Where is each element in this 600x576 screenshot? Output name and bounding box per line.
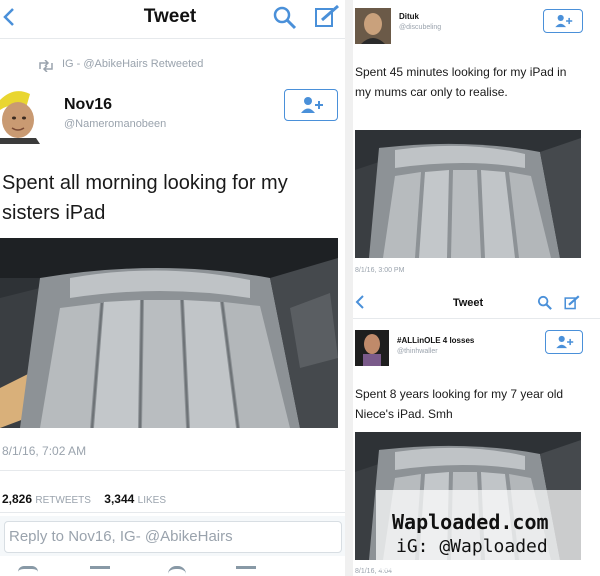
retweet-action-icon[interactable] [90,566,110,576]
search-icon[interactable] [537,295,553,311]
reply-bar: Reply to Nov16, IG- @AbikeHairs [0,516,345,556]
likes-count: 3,344 [104,492,135,506]
back-icon[interactable] [2,6,16,28]
left-tweet-screen: Tweet IG - @AbikeHairs Retweeted Nov16 @… [0,0,345,576]
header-divider [0,38,345,39]
header-title: Tweet [143,6,197,27]
back-icon[interactable] [355,294,365,310]
tweet-timestamp-top-right: 8/1/16, 3:00 PM [355,267,405,274]
retweets-count: 2,826 [2,492,33,506]
user-name-top-right[interactable]: Dituk [399,12,419,21]
watermark: Waploaded.com iG: @Waploaded [376,490,600,570]
tweet-text-bottom-right: Spent 8 years looking for my 7 year old … [355,387,564,421]
follow-button-bottom-right[interactable] [545,330,583,354]
follow-button-top-right[interactable] [543,9,583,33]
add-user-icon [555,14,573,28]
retweeted-by-label: IG - @AbikeHairs Retweeted [62,58,204,70]
reply-input[interactable]: Reply to Nov16, IG- @AbikeHairs [4,521,342,553]
likes-label: LIKES [137,495,167,506]
header-divider [353,318,600,319]
user-handle[interactable]: @Nameromanobeen [64,118,166,130]
share-icon[interactable] [236,566,256,576]
like-icon[interactable] [168,566,186,576]
follow-button[interactable] [284,89,338,121]
avatar-bottom-right[interactable] [355,330,389,366]
avatar-top-right[interactable] [355,8,391,44]
tweet-photo-top-right[interactable] [355,130,581,258]
user-handle-top-right[interactable]: @discubeling [399,24,441,31]
stats-divider-bottom [0,512,345,513]
user-name[interactable]: Nov16 [64,96,112,114]
stats-divider-top [0,470,345,471]
reply-icon[interactable] [18,566,38,576]
header-title-bottom-right: Tweet [452,297,484,309]
add-user-icon [301,97,323,113]
right-top-tweet: Dituk @discubeling Spent 45 minutes look… [353,0,600,285]
compose-icon[interactable] [313,4,341,30]
retweet-icon [37,59,55,73]
reply-placeholder: Reply to Nov16, IG- @AbikeHairs [9,528,233,545]
tweet-photo[interactable] [0,238,338,428]
search-icon[interactable] [272,5,298,31]
tweet-timestamp: 8/1/16, 7:02 AM [2,444,87,458]
user-name-bottom-right[interactable]: #ALLinOLE 4 losses [397,336,474,345]
tweet-text: Spent all morning looking for my sisters… [2,172,288,224]
watermark-site: Waploaded.com [392,510,549,534]
compose-icon[interactable] [563,295,581,311]
watermark-instagram: iG: @Waploaded [396,536,548,557]
tweet-text-top-right: Spent 45 minutes looking for my iPad in … [355,65,567,99]
add-user-icon [556,335,574,349]
retweets-label: RETWEETS [35,495,91,506]
collage-gap [345,0,353,576]
avatar[interactable] [0,86,50,144]
retweet-stats[interactable]: 2,826 RETWEETS 3,344 LIKES [2,492,166,506]
user-handle-bottom-right[interactable]: @thinhwaller [397,348,438,355]
